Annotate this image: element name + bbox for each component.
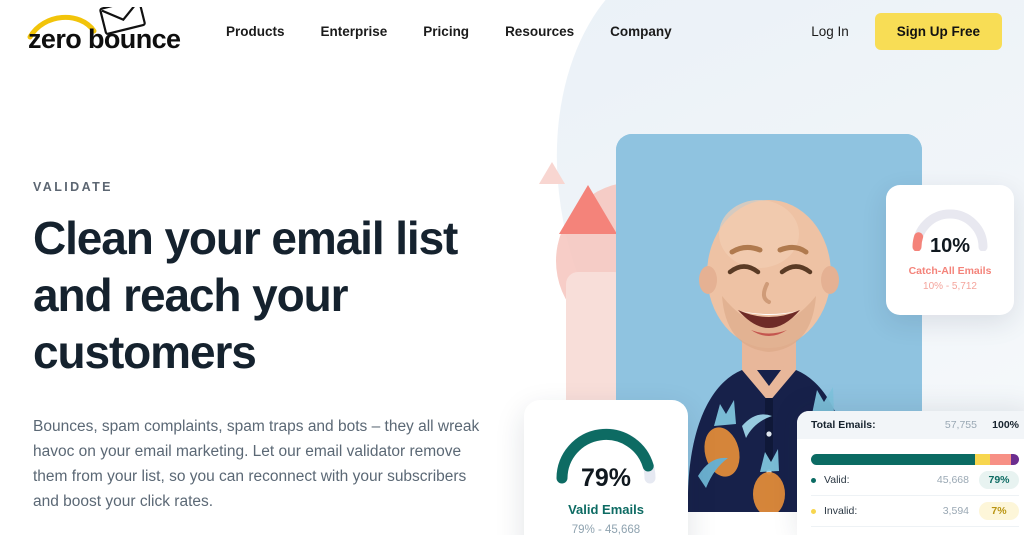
valid-emails-label: Valid Emails <box>568 502 644 517</box>
hero-eyebrow: VALIDATE <box>33 180 113 194</box>
table-row[interactable]: Valid: 45,668 79% <box>811 465 1019 496</box>
nav-item-enterprise[interactable]: Enterprise <box>321 24 388 39</box>
catch-all-value: 10% <box>929 235 971 257</box>
distribution-bar <box>811 454 1019 465</box>
status-dot-invalid <box>811 508 816 514</box>
hero-copy: VALIDATE Clean your email list and reach… <box>33 180 503 514</box>
catch-all-gauge: 10% <box>907 199 993 257</box>
page-title: Clean your email list and reach your cus… <box>33 212 458 378</box>
bar-segment-valid <box>811 454 976 465</box>
site-header: zero bounce Products Enterprise Pricing … <box>0 0 1024 62</box>
decorative-triangle-small <box>539 162 565 184</box>
total-emails-label: Total Emails: <box>811 419 876 431</box>
catch-all-sub: 10% - 5,712 <box>923 281 977 292</box>
row-percent-badge: 7% <box>979 502 1019 520</box>
row-label: Valid: <box>824 474 850 486</box>
catch-all-label: Catch-All Emails <box>908 265 992 277</box>
hero-subcopy: Bounces, spam complaints, spam traps and… <box>33 418 480 510</box>
row-count: 45,668 <box>936 474 969 486</box>
valid-emails-gauge: 79% <box>550 418 662 492</box>
catch-all-card: 10% Catch-All Emails 10% - 5,712 <box>886 185 1014 315</box>
table-row[interactable]: Invalid: 3,594 7% <box>811 496 1019 527</box>
bar-segment-invalid <box>975 454 990 465</box>
header-actions: Log In Sign Up Free <box>811 12 1002 50</box>
nav-item-company[interactable]: Company <box>610 24 672 39</box>
row-label: Invalid: <box>824 505 858 517</box>
stats-panel: Total Emails: 57,755 100% Valid: 45,668 … <box>797 411 1024 535</box>
total-emails-percent: 100% <box>992 419 1019 431</box>
logo-text: zero bounce <box>28 24 181 54</box>
status-dot-valid <box>811 477 816 483</box>
valid-emails-value: 79% <box>580 464 632 492</box>
page-root: zero bounce Products Enterprise Pricing … <box>0 0 1024 535</box>
row-percent-badge: 79% <box>979 471 1019 489</box>
bar-segment-catchall <box>989 454 1011 465</box>
nav-item-pricing[interactable]: Pricing <box>423 24 469 39</box>
valid-emails-sub: 79% - 45,668 <box>571 524 641 535</box>
bar-segment-unknown <box>1010 454 1019 465</box>
total-emails-value: 57,755 <box>944 419 977 431</box>
signup-button[interactable]: Sign Up Free <box>874 12 1002 50</box>
decorative-triangle <box>559 185 617 234</box>
login-link[interactable]: Log In <box>811 24 849 39</box>
nav-item-products[interactable]: Products <box>226 24 285 39</box>
logo[interactable]: zero bounce <box>22 7 182 55</box>
total-emails-row: Total Emails: 57,755 100% <box>797 411 1024 439</box>
nav-item-resources[interactable]: Resources <box>505 24 574 39</box>
row-count: 3,594 <box>942 505 969 517</box>
valid-emails-card: 79% Valid Emails 79% - 45,668 <box>524 400 688 535</box>
main-nav: Products Enterprise Pricing Resources Co… <box>226 24 672 39</box>
